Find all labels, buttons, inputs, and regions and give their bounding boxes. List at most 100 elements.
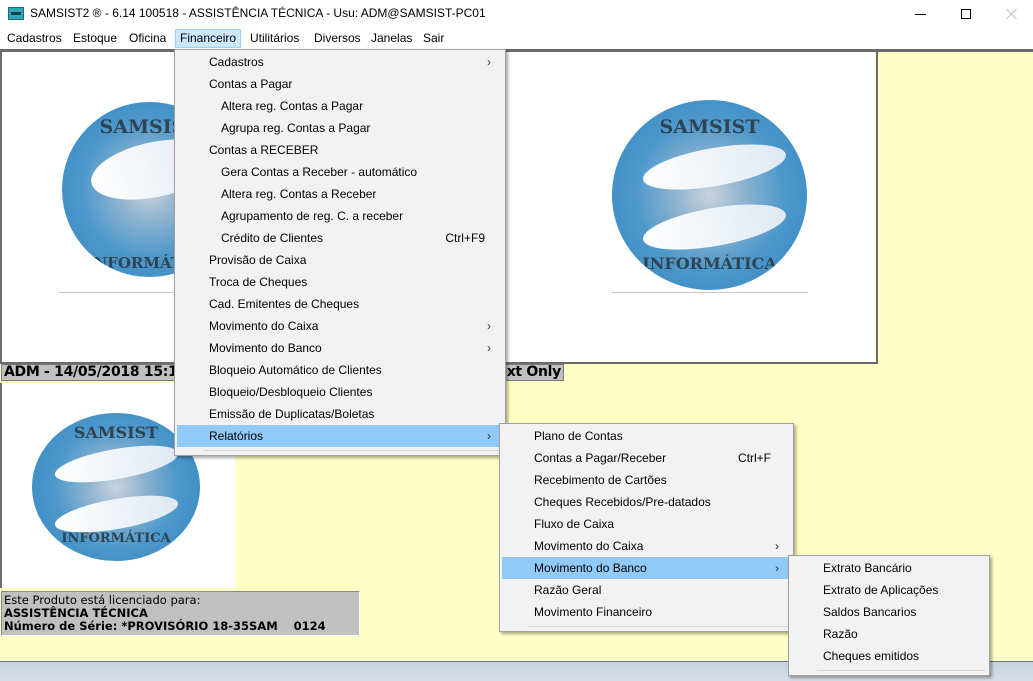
menu-item-emissao-de-duplicatas-boletas[interactable]: Emissão de Duplicatas/Boletas — [177, 403, 503, 425]
menu-oficina[interactable]: Oficina — [125, 29, 170, 48]
menu-item-plano-de-contas[interactable]: Plano de Contas — [502, 425, 791, 447]
chevron-right-icon: › — [487, 429, 491, 443]
menu-item-cheques-recebidos-pre-datados[interactable]: Cheques Recebidos/Pre-datados — [502, 491, 791, 513]
menu-item-relatorios[interactable]: Relatórios › — [177, 425, 503, 447]
menu-item-label: Cheques emitidos — [823, 649, 920, 663]
menu-item-label: Movimento do Banco — [209, 341, 322, 355]
menu-item-label: Razão — [823, 627, 858, 641]
menu-item-saldos-bancarios[interactable]: Saldos Bancarios — [791, 601, 987, 623]
menu-janelas[interactable]: Janelas — [367, 29, 416, 48]
logo-swoosh — [52, 438, 181, 490]
menu-item-label: Movimento do Banco — [534, 561, 647, 575]
title-bar: SAMSIST2 ® - 6.14 100518 - ASSISTÊNCIA T… — [0, 0, 1033, 28]
license-info: Este Produto está licenciado para: ASSIS… — [1, 591, 360, 636]
logo-underline — [59, 292, 179, 293]
menu-item-extrato-de-aplicacoes[interactable]: Extrato de Aplicações — [791, 579, 987, 601]
menu-item-label: Bloqueio/Desbloqueio Clientes — [209, 385, 373, 399]
menu-item-razao[interactable]: Razão — [791, 623, 987, 645]
menu-item-cheques-emitidos[interactable]: Cheques emitidos — [791, 645, 987, 667]
chevron-right-icon: › — [775, 539, 779, 553]
menu-item-label: Razão Geral — [534, 583, 602, 597]
menu-item-label: Crédito de Clientes — [221, 231, 324, 245]
menu-item-label: Altera reg. Contas a Pagar — [221, 99, 364, 113]
menu-item-label: Cheques Recebidos/Pre-datados — [534, 495, 711, 509]
chevron-right-icon: › — [487, 319, 491, 333]
menu-estoque[interactable]: Estoque — [69, 29, 121, 48]
menu-item-label: Troca de Cheques — [209, 275, 308, 289]
chevron-right-icon: › — [487, 341, 491, 355]
menu-item-bloqueio-automatico-de-clientes[interactable]: Bloqueio Automático de Clientes — [177, 359, 503, 381]
menu-cadastros[interactable]: Cadastros — [3, 29, 66, 48]
menu-separator — [817, 670, 985, 671]
menu-bar: Cadastros Estoque Oficina Financeiro Uti… — [0, 28, 1033, 49]
menu-item-label: Extrato de Aplicações — [823, 583, 939, 597]
menu-item-bloqueio-desbloqueio-clientes[interactable]: Bloqueio/Desbloqueio Clientes — [177, 381, 503, 403]
menu-item-label: Plano de Contas — [534, 429, 623, 443]
logo-swoosh — [639, 135, 790, 199]
relatorios-submenu: Plano de Contas Contas a Pagar/Receber Ctr… — [499, 423, 794, 632]
serial-label: Número de Série: — [4, 619, 118, 633]
menu-item-label: Relatórios — [209, 429, 264, 443]
menu-item-cadastros[interactable]: Cadastros › — [177, 51, 503, 73]
logo-bottom-text: INFORMÁTICA — [61, 531, 171, 546]
menu-item-label: Saldos Bancarios — [823, 605, 917, 619]
menu-item-agrupa-reg-contas-a-pagar[interactable]: Agrupa reg. Contas a Pagar — [177, 117, 503, 139]
status-mode-text: Text Only — [506, 364, 561, 380]
logo-top-text: SAMSIST — [659, 116, 760, 138]
window-title: SAMSIST2 ® - 6.14 100518 - ASSISTÊNCIA T… — [30, 6, 486, 20]
menu-item-movimento-financeiro[interactable]: Movimento Financeiro — [502, 601, 791, 623]
chevron-right-icon: › — [775, 561, 779, 575]
menu-item-recebimento-de-cartoes[interactable]: Recebimento de Cartões — [502, 469, 791, 491]
samsist-logo-right: SAMSIST INFORMÁTICA — [612, 100, 807, 290]
app-icon[interactable] — [8, 7, 24, 20]
menu-separator — [203, 450, 501, 451]
menu-item-movimento-do-banco[interactable]: Movimento do Banco › — [502, 557, 791, 579]
menu-item-label: Cadastros — [209, 55, 264, 69]
menu-item-contas-a-receber[interactable]: Contas a RECEBER — [177, 139, 503, 161]
menu-item-provisao-de-caixa[interactable]: Provisão de Caixa — [177, 249, 503, 271]
menu-diversos[interactable]: Diversos — [310, 29, 365, 48]
menu-item-label: Contas a Pagar/Receber — [534, 451, 667, 465]
menu-item-label: Recebimento de Cartões — [534, 473, 667, 487]
minimize-button[interactable] — [897, 0, 943, 28]
menu-item-label: Contas a RECEBER — [209, 143, 319, 157]
menu-item-label: Gera Contas a Receber - automático — [221, 165, 418, 179]
menu-item-cad-emitentes-de-cheques[interactable]: Cad. Emitentes de Cheques — [177, 293, 503, 315]
maximize-button[interactable] — [943, 0, 989, 28]
close-button[interactable] — [989, 0, 1033, 28]
menu-item-label: Agrupamento de reg. C. a receber — [221, 209, 404, 223]
serial-value: *PROVISÓRIO 18-35SAM 0124 — [121, 619, 326, 633]
menu-item-label: Provisão de Caixa — [209, 253, 307, 267]
menu-item-gera-contas-a-receber-automatico[interactable]: Gera Contas a Receber - automático — [177, 161, 503, 183]
logo-underline — [612, 292, 808, 293]
status-mode: Text Only — [505, 364, 564, 381]
menu-item-contas-a-pagar-receber[interactable]: Contas a Pagar/Receber Ctrl+F — [502, 447, 791, 469]
menu-item-label: Cad. Emitentes de Cheques — [209, 297, 360, 311]
menu-item-movimento-do-caixa[interactable]: Movimento do Caixa › — [177, 315, 503, 337]
menu-item-movimento-do-banco[interactable]: Movimento do Banco › — [177, 337, 503, 359]
chevron-right-icon: › — [487, 55, 491, 69]
menu-utilitarios[interactable]: Utilitários — [246, 29, 303, 48]
menu-item-label: Movimento do Caixa — [534, 539, 644, 553]
menu-item-label: Contas a Pagar — [209, 77, 293, 91]
menu-item-movimento-do-caixa[interactable]: Movimento do Caixa › — [502, 535, 791, 557]
menu-financeiro[interactable]: Financeiro — [175, 29, 242, 48]
menu-item-razao-geral[interactable]: Razão Geral — [502, 579, 791, 601]
menu-item-contas-a-pagar[interactable]: Contas a Pagar — [177, 73, 503, 95]
menu-item-label: Fluxo de Caixa — [534, 517, 615, 531]
menu-item-label: Movimento do Caixa — [209, 319, 319, 333]
menu-item-label: Extrato Bancário — [823, 561, 912, 575]
shortcut-label: Ctrl+F — [738, 451, 771, 465]
menu-item-fluxo-de-caixa[interactable]: Fluxo de Caixa — [502, 513, 791, 535]
menu-item-label: Movimento Financeiro — [534, 605, 653, 619]
menu-sair[interactable]: Sair — [419, 29, 448, 48]
menu-item-credito-de-clientes[interactable]: Crédito de Clientes Ctrl+F9 — [177, 227, 503, 249]
minimize-icon — [914, 13, 926, 15]
menu-item-altera-reg-contas-a-receber[interactable]: Altera reg. Contas a Receber — [177, 183, 503, 205]
menu-item-agrupamento-de-reg-c-a-receber[interactable]: Agrupamento de reg. C. a receber — [177, 205, 503, 227]
menu-item-troca-de-cheques[interactable]: Troca de Cheques — [177, 271, 503, 293]
menu-item-altera-reg-contas-a-pagar[interactable]: Altera reg. Contas a Pagar — [177, 95, 503, 117]
menu-item-label: Agrupa reg. Contas a Pagar — [221, 121, 371, 135]
menu-item-extrato-bancario[interactable]: Extrato Bancário — [791, 557, 987, 579]
menu-item-label: Altera reg. Contas a Receber — [221, 187, 377, 201]
